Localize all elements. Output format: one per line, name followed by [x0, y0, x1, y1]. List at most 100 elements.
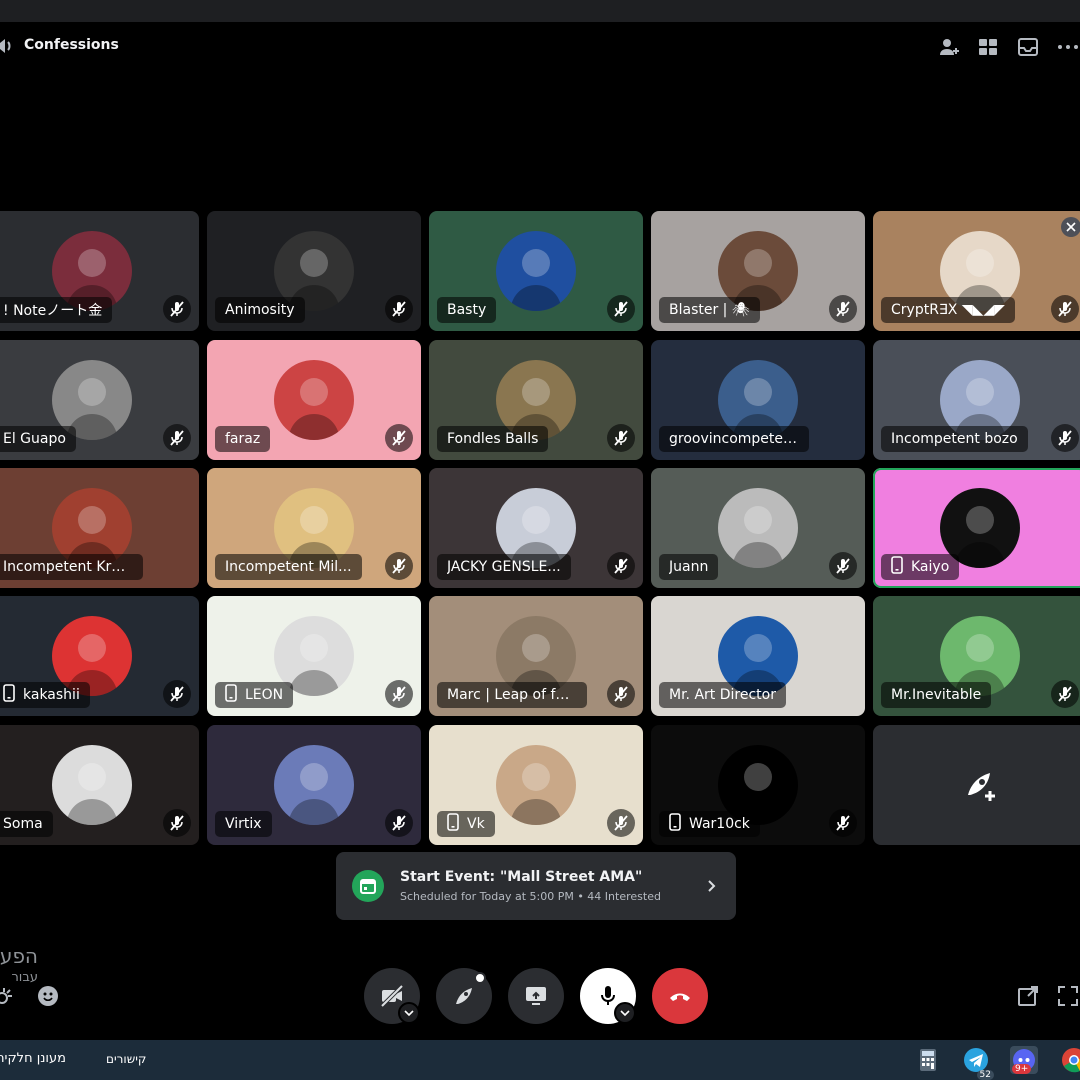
- participant-nameplate: Kaiyo: [881, 554, 960, 580]
- participant-tile[interactable]: Basty: [429, 211, 643, 331]
- participant-nameplate: kakashii: [0, 682, 90, 708]
- add-friend-button[interactable]: [936, 34, 962, 60]
- camera-options-button[interactable]: [398, 1002, 420, 1024]
- avatar: [274, 360, 354, 440]
- participant-nameplate: Basty: [437, 297, 497, 323]
- calculator-icon[interactable]: [914, 1046, 942, 1074]
- weather-label: מעונן חלקית: [0, 1051, 66, 1066]
- participant-tile[interactable]: Mr.Inevitable: [873, 596, 1080, 716]
- soundboard-icon[interactable]: [0, 984, 16, 1008]
- telegram-badge: 52: [976, 1070, 994, 1080]
- mobile-phone-icon: [225, 684, 237, 706]
- muted-microphone-icon: [1051, 680, 1079, 708]
- participant-name: Juann: [669, 559, 709, 575]
- os-top-strip: [0, 0, 1080, 22]
- avatar: [52, 745, 132, 825]
- links-label[interactable]: קישורים: [106, 1052, 146, 1066]
- more-icon: [1058, 45, 1078, 49]
- emoji-icon[interactable]: [36, 984, 60, 1008]
- start-activity-tile[interactable]: [873, 725, 1080, 845]
- rocket-plus-icon: [968, 773, 995, 801]
- participant-tile[interactable]: Incompetent Kractus: [0, 468, 199, 588]
- participant-tile[interactable]: Mr. Art Director: [651, 596, 865, 716]
- participant-tile[interactable]: Incompetent Mil...: [207, 468, 421, 588]
- hang-up-icon: [670, 993, 690, 1001]
- participant-name: Mr. Art Director: [669, 687, 776, 703]
- participant-tile[interactable]: Fondles Balls: [429, 340, 643, 460]
- os-taskbar: מעונן חלקית קישורים 52 9+: [0, 1040, 1080, 1080]
- participant-nameplate: ! Noteノート金: [0, 297, 113, 323]
- participant-tile[interactable]: CryptR∃X ◥◣◢◤: [873, 211, 1080, 331]
- pop-out-icon[interactable]: [1016, 984, 1040, 1008]
- participant-name: kakashii: [23, 687, 80, 703]
- chrome-icon[interactable]: [1060, 1046, 1080, 1074]
- inbox-button[interactable]: [1015, 34, 1041, 60]
- muted-microphone-icon: [385, 424, 413, 452]
- participant-tile[interactable]: Incompetent bozo: [873, 340, 1080, 460]
- participant-nameplate: JACKY GENSLE...: [437, 554, 571, 580]
- calendar-icon: [352, 870, 384, 902]
- participant-tile[interactable]: War10ck: [651, 725, 865, 845]
- participant-name: Vk: [467, 816, 485, 832]
- muted-microphone-icon: [163, 809, 191, 837]
- discord-app[interactable]: 9+: [1010, 1046, 1038, 1074]
- muted-microphone-icon: [607, 552, 635, 580]
- participant-name: faraz: [225, 431, 261, 447]
- participant-nameplate: CryptR∃X ◥◣◢◤: [881, 297, 1015, 323]
- more-options-button[interactable]: [1055, 34, 1080, 60]
- participant-tile[interactable]: JACKY GENSLE...: [429, 468, 643, 588]
- participant-nameplate: War10ck: [659, 811, 760, 837]
- participant-nameplate: Incompetent Kractus: [0, 554, 143, 580]
- participant-nameplate: Mr.Inevitable: [881, 682, 992, 708]
- grid-layout-button[interactable]: [975, 34, 1001, 60]
- participant-nameplate: Virtix: [215, 811, 272, 837]
- participant-nameplate: Incompetent bozo: [881, 426, 1028, 452]
- participant-tile[interactable]: Kaiyo: [873, 468, 1080, 588]
- participant-nameplate: faraz: [215, 426, 271, 452]
- participant-tile[interactable]: Blaster | 🕷: [651, 211, 865, 331]
- disconnect-button[interactable]: [652, 968, 708, 1024]
- participant-tile[interactable]: Marc | Leap of fa...: [429, 596, 643, 716]
- participant-tile[interactable]: faraz: [207, 340, 421, 460]
- activity-notification-dot: [474, 972, 486, 984]
- participant-tile[interactable]: groovincompetent pict: [651, 340, 865, 460]
- muted-microphone-icon: [163, 680, 191, 708]
- participant-name: Mr.Inevitable: [891, 687, 982, 703]
- muted-microphone-icon: [829, 809, 857, 837]
- participant-nameplate: Vk: [437, 811, 495, 837]
- muted-microphone-icon: [163, 424, 191, 452]
- participant-tile[interactable]: El Guapo: [0, 340, 199, 460]
- muted-microphone-icon: [385, 552, 413, 580]
- participant-name: LEON: [245, 687, 284, 703]
- participant-tile[interactable]: Vk: [429, 725, 643, 845]
- chevron-right-icon: [708, 880, 716, 892]
- participant-tile[interactable]: Virtix: [207, 725, 421, 845]
- event-banner[interactable]: Start Event: "Mall Street AMA" Scheduled…: [336, 852, 736, 920]
- muted-microphone-icon: [607, 295, 635, 323]
- participant-name: Kaiyo: [911, 559, 950, 575]
- event-title: Start Event: "Mall Street AMA": [400, 869, 643, 885]
- muted-microphone-icon: [607, 424, 635, 452]
- fullscreen-icon[interactable]: [1056, 984, 1080, 1008]
- participant-name: Incompetent Mil...: [225, 559, 352, 575]
- participant-tile[interactable]: ! Noteノート金: [0, 211, 199, 331]
- participant-name: Virtix: [225, 816, 262, 832]
- activity-text-line1: הפע: [0, 944, 38, 968]
- participant-tile[interactable]: Soma: [0, 725, 199, 845]
- mobile-phone-icon: [891, 556, 903, 578]
- participant-tile[interactable]: Juann: [651, 468, 865, 588]
- microphone-options-button[interactable]: [614, 1002, 636, 1024]
- participant-name: Marc | Leap of fa...: [447, 687, 577, 703]
- participant-tile[interactable]: LEON: [207, 596, 421, 716]
- participant-nameplate: Mr. Art Director: [659, 682, 786, 708]
- event-subtitle: Scheduled for Today at 5:00 PM • 44 Inte…: [400, 890, 661, 903]
- participant-nameplate: Blaster | 🕷: [659, 297, 760, 323]
- telegram-app[interactable]: 52: [962, 1046, 994, 1080]
- channel-title: Confessions: [24, 37, 119, 53]
- participant-tile[interactable]: Animosity: [207, 211, 421, 331]
- screen-share-button[interactable]: [508, 968, 564, 1024]
- grid-layout-icon: [979, 39, 997, 55]
- participant-tile[interactable]: kakashii: [0, 596, 199, 716]
- close-icon[interactable]: [1061, 217, 1080, 237]
- muted-microphone-icon: [1051, 424, 1079, 452]
